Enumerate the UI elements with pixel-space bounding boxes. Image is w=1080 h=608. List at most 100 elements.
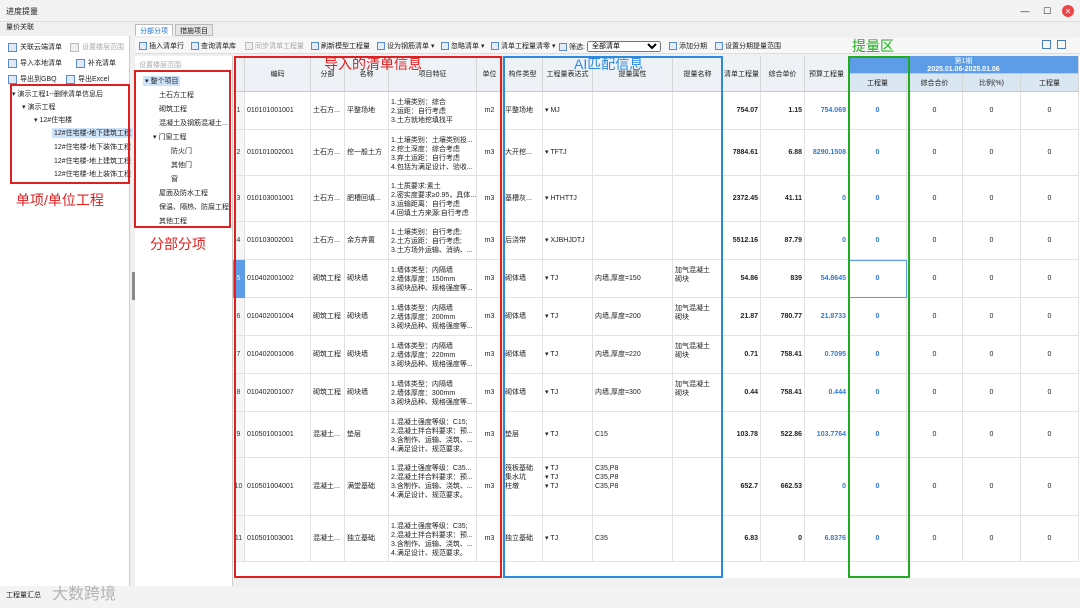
cell-attrname[interactable] xyxy=(673,222,723,260)
cell-unit[interactable]: m3 xyxy=(477,516,503,562)
cell-attr[interactable] xyxy=(593,130,673,176)
cell-attr[interactable] xyxy=(593,176,673,222)
cell-features[interactable]: 1.混凝土强度等级：C35... 2.混凝土拌合料要求：预... 3.含制作、运… xyxy=(389,458,477,516)
cell-name[interactable]: 肥槽回填... xyxy=(345,176,389,222)
cell-unit[interactable]: m3 xyxy=(477,412,503,458)
cell-pqty[interactable]: 0 xyxy=(849,130,907,176)
set-rebar-list-button[interactable]: 设为钢筋清单 ▾ xyxy=(377,41,435,51)
cell-ctype[interactable]: 大开挖... xyxy=(503,130,543,176)
cell-list_qty[interactable]: 5512.16 xyxy=(723,222,761,260)
cell-budget[interactable]: 0 xyxy=(805,176,849,222)
column-header-list_qty[interactable]: 清单工程量 xyxy=(723,56,761,92)
column-header-ptotal[interactable]: 综合合价 xyxy=(907,74,963,92)
cell-division[interactable]: 土石方... xyxy=(311,222,345,260)
filter-select[interactable]: 全部清单 xyxy=(586,41,661,52)
column-header-ctype[interactable]: 构件类型 xyxy=(503,56,543,92)
cell-attrname[interactable] xyxy=(673,516,723,562)
cell-ctype[interactable]: 砌体墙 xyxy=(503,336,543,374)
cell-pratio[interactable]: 0 xyxy=(963,176,1021,222)
cell-ptotal[interactable]: 0 xyxy=(907,412,963,458)
cell-pqty[interactable]: 0 xyxy=(849,298,907,336)
column-header-budget[interactable]: 预算工程量 xyxy=(805,56,849,92)
set-period-range-button[interactable]: 设置分期提量范围 xyxy=(715,41,781,51)
cell-code[interactable]: 010501003001 xyxy=(245,516,311,562)
cell-name[interactable]: 平整场地 xyxy=(345,92,389,130)
cell-features[interactable]: 1.土壤类别：综合 2.运距：自行考虑 3.土方就地挖填找平 xyxy=(389,92,477,130)
cell-list_qty[interactable]: 0.71 xyxy=(723,336,761,374)
cell-pqty2[interactable]: 0 xyxy=(1021,516,1079,562)
section-item-window[interactable]: 窗 xyxy=(171,174,178,184)
cell-name[interactable]: 余方弃置 xyxy=(345,222,389,260)
cell-pqty2[interactable]: 0 xyxy=(1021,260,1079,298)
cell-price[interactable]: 6.88 xyxy=(761,130,805,176)
cell-price[interactable]: 839 xyxy=(761,260,805,298)
cell-unit[interactable]: m3 xyxy=(477,458,503,516)
section-item-other-doors[interactable]: 其他门 xyxy=(171,160,192,170)
cell-division[interactable]: 混凝土... xyxy=(311,458,345,516)
cell-price[interactable]: 0 xyxy=(761,516,805,562)
cell-name[interactable]: 满堂基础 xyxy=(345,458,389,516)
cell-unit[interactable]: m3 xyxy=(477,176,503,222)
cell-features[interactable]: 1.土壤类别：土壤类别投... 2.挖土深度：综合考虑 3.弃土运距：自行考虑 … xyxy=(389,130,477,176)
cell-pqty2[interactable]: 0 xyxy=(1021,298,1079,336)
tab-measures[interactable]: 措施项目 xyxy=(175,24,213,36)
column-header-pratio[interactable]: 比例(%) xyxy=(963,74,1021,92)
cell-budget[interactable]: 754.069 xyxy=(805,92,849,130)
cell-attr[interactable]: C35 xyxy=(593,516,673,562)
cell-pqty2[interactable]: 0 xyxy=(1021,130,1079,176)
cell-attr[interactable] xyxy=(593,222,673,260)
cell-division[interactable]: 砌筑工程 xyxy=(311,298,345,336)
cell-expr[interactable]: ▾ TJ ▾ TJ ▾ TJ xyxy=(543,458,593,516)
cell-division[interactable]: 土石方... xyxy=(311,92,345,130)
cell-ctype[interactable]: 砌体墙 xyxy=(503,374,543,412)
add-period-button[interactable]: 添加分期 xyxy=(669,41,707,51)
cell-unit[interactable]: m2 xyxy=(477,92,503,130)
cell-attrname[interactable]: 加气混凝土 砌块 xyxy=(673,260,723,298)
maximize-icon[interactable]: ☐ xyxy=(1040,4,1054,18)
cell-name[interactable]: 砌块墙 xyxy=(345,374,389,412)
cell-pqty[interactable]: 0 xyxy=(849,516,907,562)
cell-budget[interactable]: 0.444 xyxy=(805,374,849,412)
cell-pqty[interactable]: 0 xyxy=(849,336,907,374)
cell-name[interactable]: 砌块墙 xyxy=(345,336,389,374)
cell-name[interactable]: 挖一般土方 xyxy=(345,130,389,176)
cell-ctype[interactable]: 垫层 xyxy=(503,412,543,458)
cell-pqty[interactable]: 0 xyxy=(849,260,907,298)
cell-attr[interactable]: 内墙,厚度=300 xyxy=(593,374,673,412)
column-header-no[interactable] xyxy=(233,56,245,92)
cell-list_qty[interactable]: 6.83 xyxy=(723,516,761,562)
cell-list_qty[interactable]: 652.7 xyxy=(723,458,761,516)
cell-code[interactable]: 010402001002 xyxy=(245,260,311,298)
cell-features[interactable]: 1.墙体类型：内隔墙 2.墙体厚度：220mm 3.砌块品种、规格强度等... xyxy=(389,336,477,374)
cell-attrname[interactable] xyxy=(673,412,723,458)
cell-expr[interactable]: ▾ MJ xyxy=(543,92,593,130)
cell-features[interactable]: 1.土质要求:素土 2.密实度要求≥0.95，具体... 3.运输距离：自行考虑… xyxy=(389,176,477,222)
cell-list_qty[interactable]: 754.07 xyxy=(723,92,761,130)
cell-features[interactable]: 1.墙体类型：内隔墙 2.墙体厚度：300mm 3.砌块品种、规格强度等... xyxy=(389,374,477,412)
cell-expr[interactable]: ▾ TFTJ xyxy=(543,130,593,176)
tree-item-aboveground-building[interactable]: 12#住宅楼-地上建筑工程 xyxy=(54,156,131,166)
cell-code[interactable]: 010402001006 xyxy=(245,336,311,374)
cell-list_qty[interactable]: 54.86 xyxy=(723,260,761,298)
cell-attr[interactable]: 内墙,厚度=220 xyxy=(593,336,673,374)
cell-list_qty[interactable]: 7884.61 xyxy=(723,130,761,176)
cell-attrname[interactable] xyxy=(673,92,723,130)
cell-ctype[interactable]: 砌体墙 xyxy=(503,298,543,336)
sync-list-qty-button[interactable]: 同步清单工程量 xyxy=(245,41,304,51)
cell-budget[interactable]: 0 xyxy=(805,222,849,260)
cell-unit[interactable]: m3 xyxy=(477,130,503,176)
cell-price[interactable]: 87.79 xyxy=(761,222,805,260)
section-item-concrete[interactable]: 混凝土及钢筋混凝土... xyxy=(159,118,228,128)
cell-pratio[interactable]: 0 xyxy=(963,298,1021,336)
tree-item-underground-decoration[interactable]: 12#住宅楼-地下装饰工程 xyxy=(54,142,131,152)
cell-ptotal[interactable]: 0 xyxy=(907,176,963,222)
cell-ptotal[interactable]: 0 xyxy=(907,374,963,412)
cell-ptotal[interactable]: 0 xyxy=(907,222,963,260)
cell-unit[interactable]: m3 xyxy=(477,298,503,336)
cell-division[interactable]: 土石方... xyxy=(311,176,345,222)
supplement-list-button[interactable]: 补充清单 xyxy=(76,58,116,68)
cell-division[interactable]: 土石方... xyxy=(311,130,345,176)
tree-item-building12[interactable]: ▾ 12#住宅楼 xyxy=(34,115,72,125)
cell-attrname[interactable] xyxy=(673,458,723,516)
cell-code[interactable]: 010101001001 xyxy=(245,92,311,130)
